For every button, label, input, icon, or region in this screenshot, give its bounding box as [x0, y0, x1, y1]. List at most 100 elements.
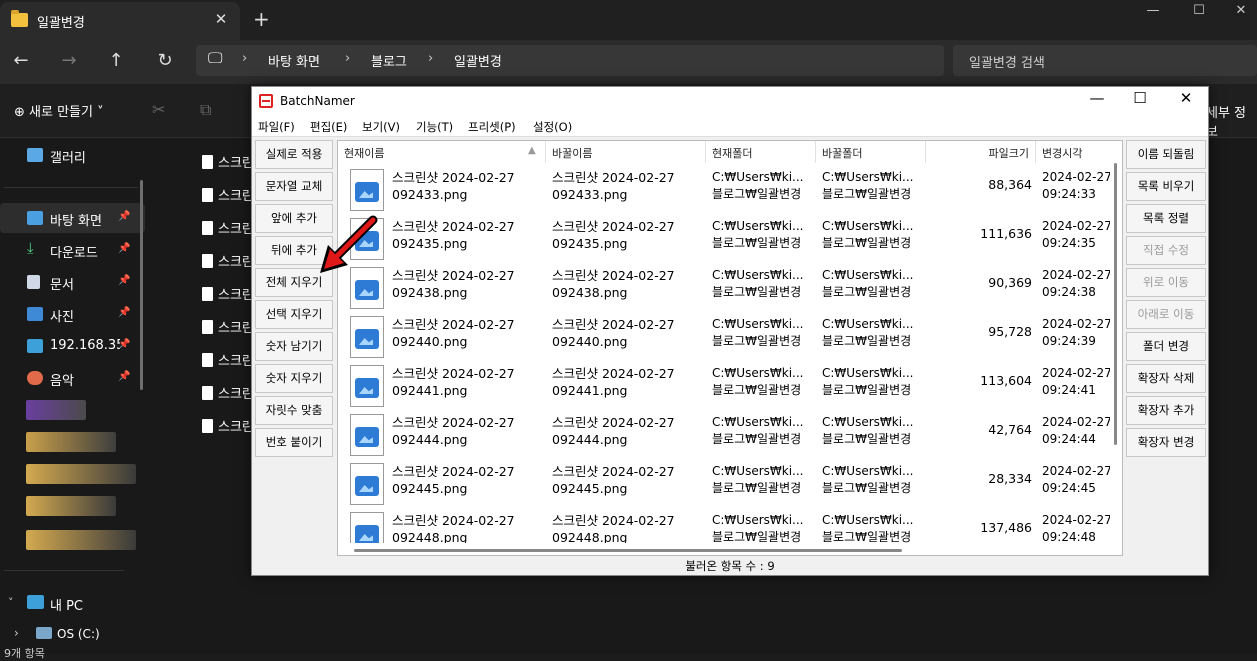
- chevron-down-icon[interactable]: ˅: [8, 596, 14, 609]
- explorer-tab[interactable]: 일괄변경 ✕: [0, 2, 240, 40]
- edit-directly-button[interactable]: 직접 수정: [1126, 236, 1206, 265]
- menu-edit[interactable]: 편집(E): [310, 119, 347, 135]
- new-name-cell: 스크린샷 2024-02-27 092441.png: [552, 366, 675, 398]
- table-row[interactable]: 스크린샷 2024-02-27 092438.png 스크린샷 2024-02-27…: [338, 263, 1110, 312]
- keep-digits-button[interactable]: 숫자 남기기: [255, 332, 333, 361]
- table-row[interactable]: 스크린샷 2024-02-27 092444.png 스크린샷 2024-02-27…: [338, 410, 1110, 459]
- details-button[interactable]: 세부 정보: [1206, 102, 1257, 140]
- current-folder-cell: C:₩Users₩ki... 블로그₩일괄변경: [712, 366, 804, 397]
- pad-digits-button[interactable]: 자릿수 맞춤: [255, 396, 333, 425]
- replace-string-button[interactable]: 문자열 교체: [255, 172, 333, 201]
- add-number-button[interactable]: 번호 붙이기: [255, 428, 333, 457]
- blurred-item: [26, 400, 86, 420]
- column-current-name[interactable]: 현재이름 ▲: [338, 141, 546, 163]
- list-item[interactable]: 스크린: [202, 416, 254, 435]
- sidebar-scrollbar[interactable]: [140, 180, 143, 390]
- vertical-scrollbar[interactable]: [1110, 163, 1122, 543]
- close-tab-icon[interactable]: ✕: [212, 10, 230, 28]
- sidebar-item-network[interactable]: 192.168.35.2 📌: [0, 331, 145, 361]
- change-extension-button[interactable]: 확장자 변경: [1126, 428, 1206, 457]
- sidebar-item-this-pc[interactable]: 내 PC: [50, 595, 83, 614]
- copy-icon[interactable]: ⧉: [200, 100, 211, 120]
- close-window-icon[interactable]: ✕: [1226, 3, 1256, 18]
- menu-file[interactable]: 파일(F): [258, 119, 295, 135]
- chevron-right-icon: ›: [428, 51, 434, 66]
- folder-icon: [11, 10, 28, 27]
- change-folder-button[interactable]: 폴더 변경: [1126, 332, 1206, 361]
- scroll-thumb[interactable]: [1114, 163, 1117, 445]
- table-row[interactable]: 스크린샷 2024-02-27 092445.png 스크린샷 2024-02-27…: [338, 459, 1110, 508]
- close-window-icon[interactable]: ✕: [1166, 89, 1206, 107]
- horizontal-scrollbar[interactable]: [338, 543, 1110, 555]
- column-file-size[interactable]: 파일크기: [926, 141, 1036, 163]
- up-arrow-icon[interactable]: ↑: [104, 50, 128, 71]
- minimize-icon[interactable]: —: [1138, 3, 1168, 18]
- address-bar[interactable]: 🖵 › 바탕 화면 › 블로그 › 일괄변경: [196, 45, 944, 76]
- apply-button[interactable]: 실제로 적용: [255, 140, 333, 169]
- sidebar-item-drive[interactable]: OS (C:): [57, 627, 100, 641]
- remove-digits-button[interactable]: 숫자 지우기: [255, 364, 333, 393]
- refresh-icon[interactable]: ↻: [153, 50, 177, 71]
- divider: [4, 187, 138, 188]
- download-icon: ⤓: [27, 239, 34, 257]
- table-row[interactable]: 스크린샷 2024-02-27 092440.png 스크린샷 2024-02-27…: [338, 312, 1110, 361]
- list-item[interactable]: 스크린: [202, 284, 254, 303]
- table-row[interactable]: 스크린샷 2024-02-27 092441.png 스크린샷 2024-02-27…: [338, 361, 1110, 410]
- list-item[interactable]: 스크린: [202, 152, 254, 171]
- table-row[interactable]: 스크린샷 2024-02-27 092433.png 스크린샷 2024-02-27…: [338, 165, 1110, 214]
- cut-icon[interactable]: ✂: [152, 100, 165, 119]
- column-current-folder[interactable]: 현재폴더: [706, 141, 816, 163]
- chevron-right-icon[interactable]: ›: [14, 626, 19, 640]
- image-file-icon: [350, 365, 384, 407]
- sidebar-item-documents[interactable]: 문서 📌: [0, 267, 145, 297]
- modified-time-cell: 2024-02-27 09:24:39: [1042, 317, 1110, 348]
- column-new-name[interactable]: 바꿀이름: [546, 141, 706, 163]
- breadcrumb-blog[interactable]: 블로그: [371, 51, 407, 70]
- maximize-icon[interactable]: ☐: [1120, 89, 1160, 107]
- batchnamer-window: BatchNamer — ☐ ✕ 파일(F) 편집(E) 보기(V) 기능(T)…: [251, 86, 1209, 576]
- breadcrumb-current[interactable]: 일괄변경: [454, 51, 502, 70]
- add-extension-button[interactable]: 확장자 추가: [1126, 396, 1206, 425]
- move-down-button[interactable]: 아래로 이동: [1126, 300, 1206, 329]
- menu-function[interactable]: 기능(T): [416, 119, 453, 135]
- new-tab-icon[interactable]: +: [253, 7, 270, 31]
- menu-view[interactable]: 보기(V): [362, 119, 400, 135]
- column-new-folder[interactable]: 바꿀폴더: [816, 141, 926, 163]
- sort-list-button[interactable]: 목록 정렬: [1126, 204, 1206, 233]
- back-arrow-icon[interactable]: ←: [9, 50, 33, 71]
- list-item[interactable]: 스크린: [202, 218, 254, 237]
- sidebar-item-desktop[interactable]: 바탕 화면 📌: [0, 203, 145, 233]
- remove-extension-button[interactable]: 확장자 삭제: [1126, 364, 1206, 393]
- menu-preset[interactable]: 프리셋(P): [468, 119, 516, 135]
- clear-list-button[interactable]: 목록 비우기: [1126, 172, 1206, 201]
- search-input[interactable]: 일괄변경 검색: [953, 45, 1257, 76]
- menu-settings[interactable]: 설정(O): [533, 119, 572, 135]
- table-row[interactable]: 스크린샷 2024-02-27 092435.png 스크린샷 2024-02-27…: [338, 214, 1110, 263]
- breadcrumb-desktop[interactable]: 바탕 화면: [268, 51, 320, 70]
- file-list-view[interactable]: 현재이름 ▲ 바꿀이름 현재폴더 바꿀폴더 파일크기 변경시각 스크린샷 2024…: [337, 140, 1123, 556]
- list-item[interactable]: 스크린: [202, 383, 254, 402]
- navigation-pane: 갤러리 바탕 화면 📌 ⤓ 다운로드 📌 문서 📌 사진 📌 192.168.3…: [0, 138, 152, 654]
- sidebar-item-gallery[interactable]: 갤러리: [0, 140, 145, 170]
- new-button[interactable]: ⊕ 새로 만들기 ˅: [14, 101, 104, 120]
- file-size-cell: 90,369: [988, 275, 1032, 290]
- clear-selection-button[interactable]: 선택 지우기: [255, 300, 333, 329]
- pin-icon: 📌: [118, 307, 131, 318]
- maximize-icon[interactable]: ☐: [1184, 3, 1214, 18]
- forward-arrow-icon[interactable]: →: [57, 50, 81, 71]
- sort-ascending-icon: ▲: [528, 145, 536, 156]
- sidebar-item-music[interactable]: 음악 📌: [0, 363, 145, 393]
- list-item[interactable]: 스크린: [202, 317, 254, 336]
- sidebar-item-pictures[interactable]: 사진 📌: [0, 299, 145, 329]
- list-item[interactable]: 스크린: [202, 350, 254, 369]
- move-up-button[interactable]: 위로 이동: [1126, 268, 1206, 297]
- current-folder-cell: C:₩Users₩ki... 블로그₩일괄변경: [712, 513, 804, 544]
- sidebar-item-downloads[interactable]: ⤓ 다운로드 📌: [0, 235, 145, 265]
- blurred-item: [26, 432, 116, 452]
- scroll-thumb[interactable]: [354, 549, 902, 552]
- column-modified-time[interactable]: 변경시각: [1036, 141, 1122, 163]
- revert-name-button[interactable]: 이름 되돌림: [1126, 140, 1206, 169]
- list-item[interactable]: 스크린: [202, 251, 254, 270]
- list-item[interactable]: 스크린: [202, 185, 254, 204]
- minimize-icon[interactable]: —: [1077, 89, 1117, 107]
